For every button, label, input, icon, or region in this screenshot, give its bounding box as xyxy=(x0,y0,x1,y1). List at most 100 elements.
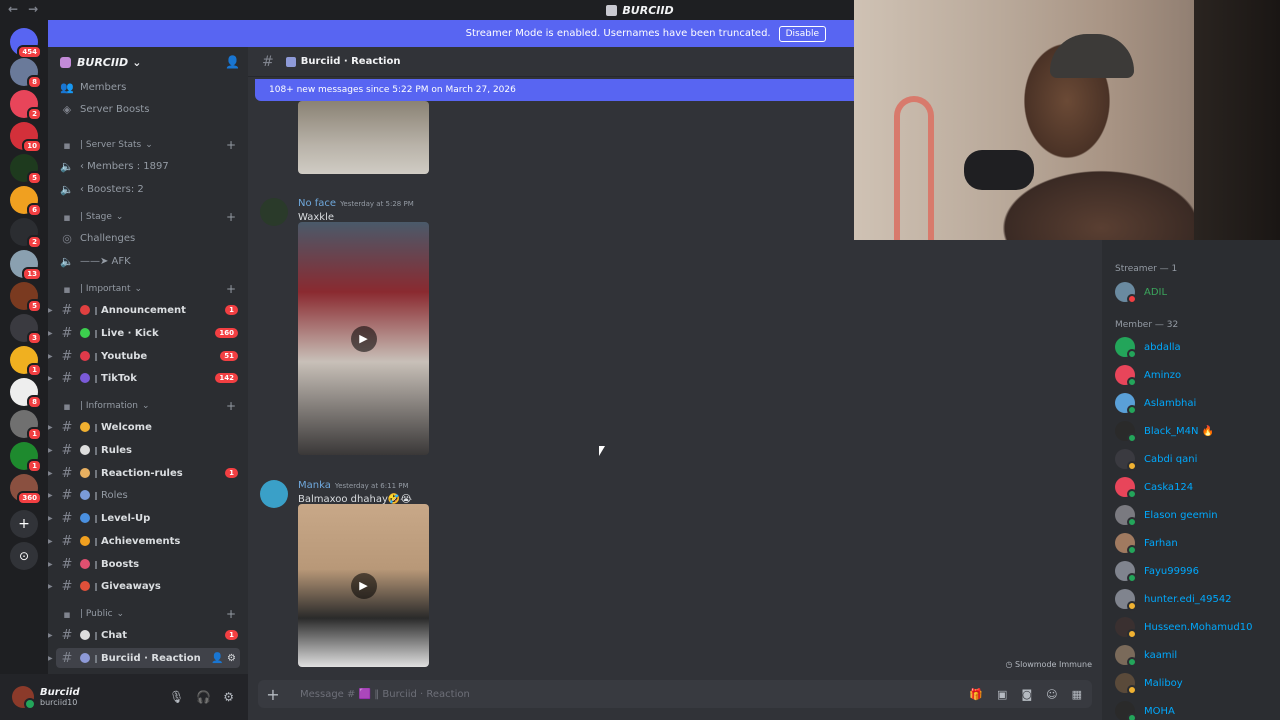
channel-item[interactable]: ▶ # ‖ Welcome xyxy=(48,417,240,437)
server-icon xyxy=(606,4,618,16)
server-icon[interactable]: 360 xyxy=(10,474,42,505)
add-attachment-icon[interactable]: + xyxy=(258,685,288,704)
member-item[interactable]: MOHA xyxy=(1115,701,1175,720)
member-item[interactable]: Black_M4N 🔥 xyxy=(1115,421,1214,443)
server-icon[interactable]: 1 xyxy=(10,410,42,441)
member-name: Maliboy xyxy=(1144,677,1183,689)
message-input[interactable]: Message # 🟪 ‖ Burciid · Reaction xyxy=(300,689,470,700)
member-item[interactable]: abdalla xyxy=(1115,337,1181,359)
message-author[interactable]: Manka Yesterday at 6:11 PM xyxy=(298,480,409,491)
headphones-icon[interactable]: 🎧 xyxy=(196,690,211,704)
sticker-icon[interactable]: ◙ xyxy=(1021,688,1032,701)
member-item[interactable]: Aminzo xyxy=(1115,365,1181,387)
channel-item[interactable]: ▶ # ‖ Chat 1 xyxy=(48,625,240,645)
member-item[interactable]: Cabdi qani xyxy=(1115,449,1197,471)
server-icon[interactable]: 8 xyxy=(10,378,42,409)
category-header[interactable]: ▪ | Information ⌄ + xyxy=(56,398,240,414)
video-attachment[interactable]: ▶ xyxy=(298,222,429,455)
voice-channel-item[interactable]: 🔈 ‹ Members : 1897 xyxy=(56,156,240,176)
member-item[interactable]: Farhan xyxy=(1115,533,1178,555)
server-icon[interactable]: 2 xyxy=(10,218,42,249)
gear-icon[interactable]: ⚙ xyxy=(227,653,236,664)
channel-item[interactable]: ▶ # ‖ Reaction-rules 1 xyxy=(48,463,240,483)
message-composer[interactable]: + Message # 🟪 ‖ Burciid · Reaction 🎁 ▣ ◙… xyxy=(258,680,1092,708)
plus-icon[interactable]: + xyxy=(226,138,236,152)
avatar[interactable] xyxy=(12,686,36,710)
voice-channel-item[interactable]: 🔈 ‹ Boosters: 2 xyxy=(56,179,240,199)
avatar[interactable] xyxy=(260,480,288,508)
video-attachment[interactable]: ▶ xyxy=(298,504,429,667)
microphone xyxy=(964,150,1034,190)
channel-item[interactable]: ▶ # ‖ Rules xyxy=(48,440,240,460)
channel-item[interactable]: ▶ # ‖ Boosts xyxy=(48,554,240,574)
server-icon[interactable]: 1 xyxy=(10,346,42,377)
server-icon[interactable]: 1 xyxy=(10,442,42,473)
add-server-icon[interactable]: + xyxy=(10,510,38,538)
media-attachment[interactable] xyxy=(298,101,429,174)
member-item[interactable]: Caska124 xyxy=(1115,477,1193,499)
category-header[interactable]: ▪ | Stage ⌄ + xyxy=(56,209,240,225)
member-item[interactable]: ADIL xyxy=(1115,282,1167,304)
voice-channel-item[interactable]: 🔈 ——➤ AFK xyxy=(56,251,240,271)
nav-item[interactable]: ◈ Server Boosts xyxy=(56,99,240,119)
plus-icon[interactable]: + xyxy=(226,607,236,621)
nav-item[interactable]: 👥 Members xyxy=(56,77,240,97)
category-header[interactable]: ▪ | Important ⌄ + xyxy=(56,281,240,297)
category-header[interactable]: ▪ | Public ⌄ + xyxy=(56,606,240,622)
channel-item[interactable]: ▶ # ‖ TikTok 142 xyxy=(48,368,240,388)
channel-item[interactable]: ▶ # ‖ Youtube 51 xyxy=(48,346,240,366)
forward-icon[interactable]: → xyxy=(28,2,38,16)
apps-icon[interactable]: ▦ xyxy=(1072,688,1082,701)
plus-icon[interactable]: + xyxy=(226,399,236,413)
back-icon[interactable]: ← xyxy=(8,2,18,16)
member-item[interactable]: hunter.edi_49542 xyxy=(1115,589,1232,611)
add-member-icon[interactable]: 👤 xyxy=(211,653,223,664)
gear-icon[interactable]: ⚙ xyxy=(223,690,234,704)
invite-icon[interactable]: 👤 xyxy=(225,55,240,69)
member-item[interactable]: Aslambhai xyxy=(1115,393,1196,415)
server-icon[interactable]: 10 xyxy=(10,122,42,153)
author-name[interactable]: Manka xyxy=(298,480,331,491)
channel-name: Achievements xyxy=(101,535,181,547)
play-icon[interactable]: ▶ xyxy=(350,325,377,352)
channel-item[interactable]: ▶ # ‖ Announcement 1 xyxy=(48,300,240,320)
gift-icon[interactable]: 🎁 xyxy=(969,688,983,701)
member-item[interactable]: kaamil xyxy=(1115,645,1177,667)
disable-button[interactable]: Disable xyxy=(778,25,826,42)
server-icon[interactable]: 13 xyxy=(10,250,42,281)
message-author[interactable]: No face Yesterday at 5:28 PM xyxy=(298,198,414,209)
server-icon[interactable]: 5 xyxy=(10,154,42,185)
server-icon[interactable]: 2 xyxy=(10,90,42,121)
author-name[interactable]: No face xyxy=(298,198,336,209)
channel-item[interactable]: ▶ # ‖ Achievements xyxy=(48,531,240,551)
plus-icon[interactable]: + xyxy=(226,282,236,296)
emoji-icon[interactable]: ☺ xyxy=(1046,688,1057,701)
member-item[interactable]: Fayu99996 xyxy=(1115,561,1199,583)
channel-name: Chat xyxy=(101,629,127,641)
member-item[interactable]: Husseen.Mohamud10 xyxy=(1115,617,1252,639)
server-icon[interactable]: 8 xyxy=(10,58,42,89)
channel-item[interactable]: ▶ # ‖ Level-Up xyxy=(48,508,240,528)
member-item[interactable]: Maliboy xyxy=(1115,673,1183,695)
category-icon: ▪ xyxy=(63,282,71,296)
new-messages-bar[interactable]: 108+ new messages since 5:22 PM on March… xyxy=(255,79,865,101)
avatar[interactable] xyxy=(260,198,288,226)
discover-icon[interactable]: ⊙ xyxy=(10,542,38,570)
guild-header[interactable]: BURCIID ⌄ 👤 xyxy=(48,47,248,77)
category-header[interactable]: ▪ | Server Stats ⌄ + xyxy=(56,137,240,153)
server-icon[interactable]: 3 xyxy=(10,314,42,345)
nav-item[interactable]: ◎ Challenges xyxy=(56,228,240,248)
channel-item[interactable]: ▶ # ‖ Burciid · Reaction 👤 ⚙ xyxy=(48,648,240,668)
member-item[interactable]: Elason geemin xyxy=(1115,505,1218,527)
channel-item[interactable]: ▶ # ‖ Roles xyxy=(48,485,240,505)
streamer-mode-banner: Streamer Mode is enabled. Usernames have… xyxy=(48,20,854,47)
server-icon[interactable]: 6 xyxy=(10,186,42,217)
server-icon[interactable]: 5 xyxy=(10,282,42,313)
play-icon[interactable]: ▶ xyxy=(350,572,377,599)
channel-item[interactable]: ▶ # ‖ Live · Kick 160 xyxy=(48,323,240,343)
plus-icon[interactable]: + xyxy=(226,210,236,224)
channel-item[interactable]: ▶ # ‖ Giveaways xyxy=(48,576,240,596)
server-icon[interactable]: 454 xyxy=(10,28,42,59)
microphone-icon[interactable]: 🎙 xyxy=(169,690,184,704)
gif-icon[interactable]: ▣ xyxy=(997,688,1007,701)
